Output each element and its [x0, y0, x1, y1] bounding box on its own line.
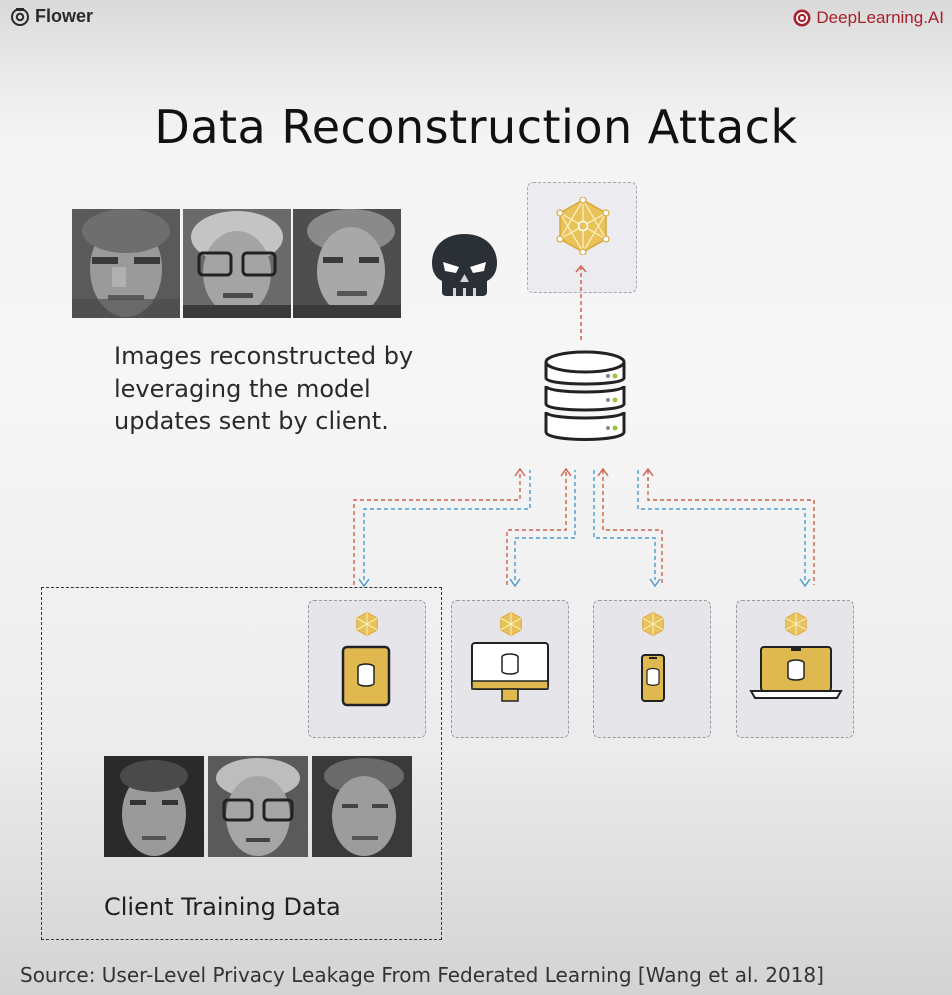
- desktop-icon: [471, 642, 549, 702]
- database-server-icon: [544, 350, 626, 441]
- page-title: Data Reconstruction Attack: [154, 100, 798, 154]
- client-training-data-label: Client Training Data: [104, 893, 341, 921]
- flower-brand-label: Flower: [35, 6, 94, 26]
- upload-to-model-arrow: [575, 264, 587, 340]
- phone-icon: [641, 654, 665, 702]
- client-device-tablet: [308, 600, 426, 738]
- network-model-icon: [356, 611, 378, 637]
- reconstructed-face-image: [293, 209, 401, 318]
- network-model-icon: [642, 611, 664, 637]
- reconstructed-face-image: [183, 209, 291, 318]
- laptop-icon: [749, 646, 843, 699]
- flower-logo-icon: [11, 7, 29, 26]
- client-training-face-image: [312, 756, 412, 857]
- client-training-face-image: [104, 756, 204, 857]
- network-model-icon: [500, 611, 522, 637]
- flower-brand: Flower: [10, 6, 93, 27]
- deeplearning-brand: DeepLearning.AI: [792, 8, 944, 28]
- deeplearning-brand-label: DeepLearning.AI: [816, 8, 944, 27]
- client-device-phone: [593, 600, 711, 738]
- skull-icon: [432, 234, 497, 296]
- client-training-face-image: [208, 756, 308, 857]
- network-model-icon: [785, 611, 807, 637]
- tablet-icon: [341, 645, 391, 707]
- client-device-desktop: [451, 600, 569, 738]
- client-device-laptop: [736, 600, 854, 738]
- network-model-icon: [556, 197, 610, 255]
- reconstruction-caption: Images reconstructed by leveraging the m…: [114, 342, 414, 435]
- reconstructed-face-image: [72, 209, 180, 318]
- deeplearning-logo-icon: [793, 9, 811, 27]
- source-citation: Source: User-Level Privacy Leakage From …: [20, 963, 824, 987]
